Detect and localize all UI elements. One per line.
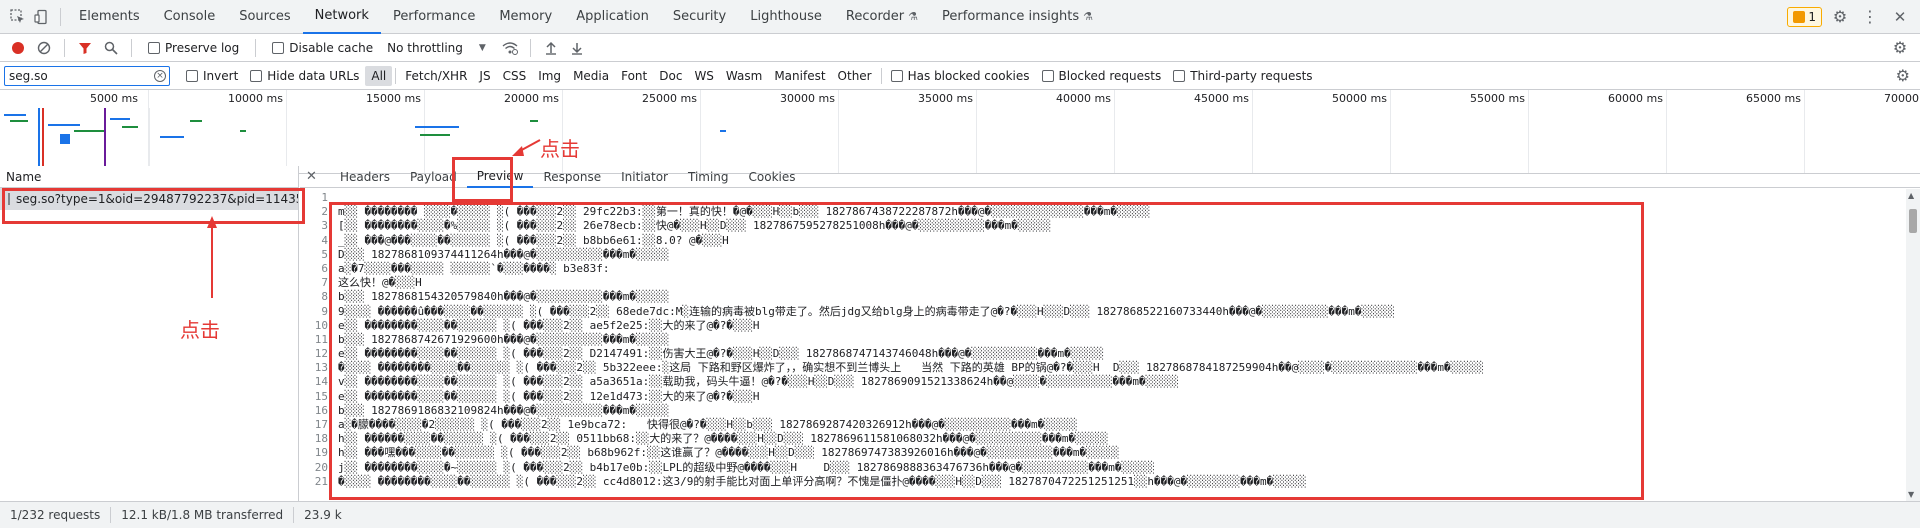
annotation-click-label-top: 点击 <box>540 137 580 161</box>
annotation-click-label-left: 点击 <box>180 318 220 342</box>
annotation-arrows <box>207 139 541 298</box>
